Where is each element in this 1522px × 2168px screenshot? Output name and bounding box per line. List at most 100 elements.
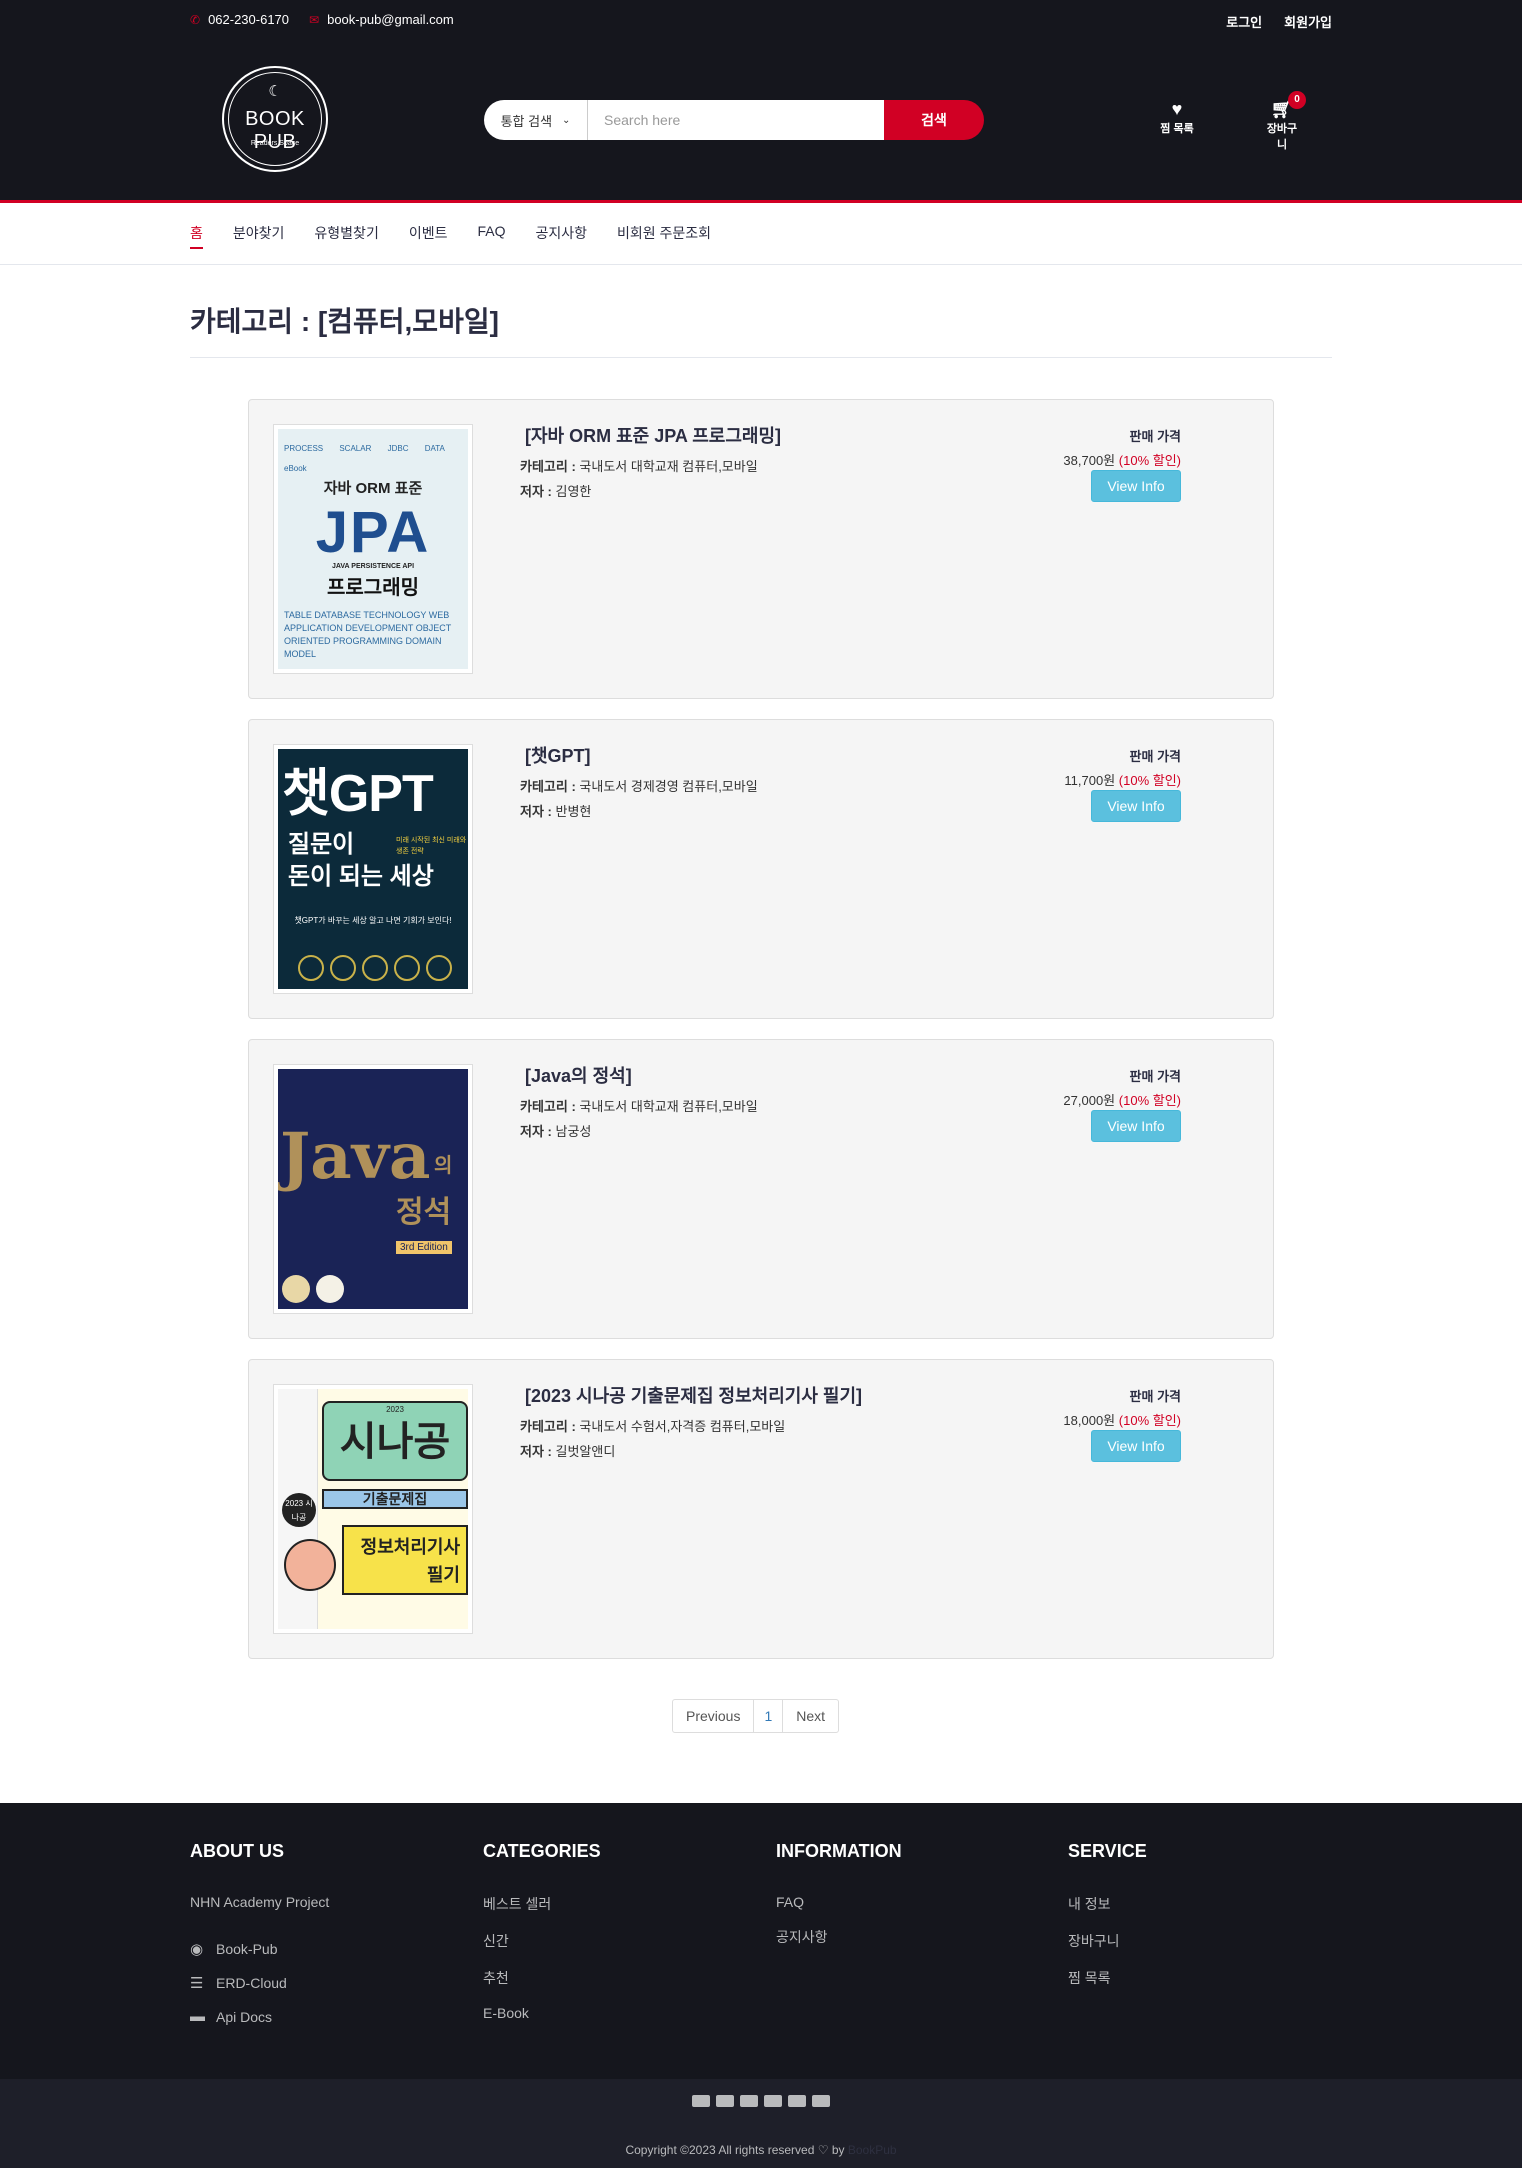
footer-link[interactable]: 베스트 셀러: [483, 1894, 601, 1914]
search-button[interactable]: 검색: [884, 100, 984, 140]
author-label: 저자 :: [520, 1444, 552, 1459]
cover-text: 챗GPT: [282, 765, 434, 823]
footer-link-erd[interactable]: ☰ ERD-Cloud: [190, 1974, 329, 1992]
nav-field-search[interactable]: 분야찾기: [233, 223, 285, 249]
category-label: 카테고리 :: [520, 779, 576, 794]
site-header: ✆ 062-230-6170 ✉ book-pub@gmail.com 로그인 …: [0, 0, 1522, 200]
chevron-down-icon: ⌄: [562, 114, 571, 126]
cover-seal: [282, 1275, 310, 1303]
logo-name: BOOK PUB: [245, 108, 305, 153]
book-cover[interactable]: 챗GPT 질문이 돈이 되는 세상 미래 시작된 최신 미래와 생존 전략 챗GP…: [273, 744, 473, 994]
nav-notices[interactable]: 공지사항: [535, 223, 587, 249]
phone-contact[interactable]: ✆ 062-230-6170: [190, 12, 289, 27]
book-cover-image: 챗GPT 질문이 돈이 되는 세상 미래 시작된 최신 미래와 생존 전략 챗GP…: [278, 749, 468, 989]
email-address: book-pub@gmail.com: [327, 12, 454, 27]
footer-about: About Us NHN Academy Project ◉ Book-Pub ☰…: [190, 1841, 329, 2041]
award-seals: [298, 955, 452, 981]
footer-link[interactable]: 신간: [483, 1931, 601, 1951]
cover-text: 기출문제집: [322, 1489, 468, 1509]
cart-label: 장바구니: [1266, 123, 1298, 151]
next-page-button[interactable]: Next: [782, 1700, 838, 1732]
search-category-select[interactable]: 통합 검색 ⌄: [484, 100, 588, 140]
phone-icon: ✆: [190, 12, 201, 27]
auth-links: 로그인 회원가입: [1226, 12, 1332, 31]
book-author: 저자 : 길벗알앤디: [520, 1441, 615, 1460]
book-cover[interactable]: Java 의 정석 3rd Edition: [273, 1064, 473, 1314]
moon-icon: ☾: [268, 83, 282, 100]
cover-text: TABLE DATABASE TECHNOLOGY WEB APPLICATIO…: [284, 610, 452, 659]
footer-link-api-docs[interactable]: ▬ Api Docs: [190, 2008, 329, 2025]
book-cover[interactable]: 2023 시나공 기출문제집 2023 시나공 정보처리기사 필기: [273, 1384, 473, 1634]
book-price: 18,000원 (10% 할인): [1063, 1410, 1181, 1429]
book-cover-image: 2023 시나공 기출문제집 2023 시나공 정보처리기사 필기: [278, 1389, 468, 1629]
footer-service: Service 내 정보 장바구니 찜 목록: [1068, 1841, 1147, 2005]
site-footer: About Us NHN Academy Project ◉ Book-Pub ☰…: [0, 1803, 1522, 2079]
price-value: 38,700원: [1063, 453, 1116, 468]
book-card: PROCESS SCALAR JDBC DATA eBook 자바 ORM 표준…: [248, 399, 1274, 699]
page-title: 카테고리 : [컴퓨터,모바일]: [190, 306, 499, 337]
search-form: 통합 검색 ⌄ Search here 검색: [484, 100, 984, 140]
signup-link[interactable]: 회원가입: [1284, 12, 1332, 31]
nav-events[interactable]: 이벤트: [409, 223, 448, 249]
footer-link[interactable]: 공지사항: [776, 1927, 902, 1947]
view-info-button[interactable]: View Info: [1091, 470, 1181, 502]
email-contact[interactable]: ✉ book-pub@gmail.com: [309, 12, 454, 27]
footer-link-github[interactable]: ◉ Book-Pub: [190, 1940, 329, 1958]
heart-icon: ♥: [1171, 99, 1183, 119]
book-title[interactable]: [챗GPT]: [525, 742, 591, 768]
site-logo[interactable]: ☾ BOOK PUB Readers Space: [222, 66, 328, 172]
brand-link[interactable]: BookPub: [848, 2143, 897, 2157]
cart-count-badge: 0: [1288, 91, 1306, 109]
search-input[interactable]: Search here: [588, 100, 884, 140]
book-price: 11,700원 (10% 할인): [1064, 770, 1181, 789]
view-info-button[interactable]: View Info: [1091, 1430, 1181, 1462]
book-card: Java 의 정석 3rd Edition [Java의 정석] 카테고리 : …: [248, 1039, 1274, 1339]
nav-faq[interactable]: FAQ: [477, 223, 505, 249]
nav-guest-order-lookup[interactable]: 비회원 주문조회: [617, 223, 711, 249]
wishlist-link[interactable]: ♥ 찜 목록: [1160, 98, 1194, 136]
pagination: Previous 1 Next: [672, 1699, 840, 1733]
mastercard-icon: [764, 2095, 782, 2107]
login-link[interactable]: 로그인: [1226, 12, 1262, 31]
phone-number: 062-230-6170: [208, 12, 290, 27]
footer-link[interactable]: E-Book: [483, 2005, 601, 2021]
discount-rate: (10% 할인): [1118, 453, 1181, 468]
nav-type-search[interactable]: 유형별찾기: [314, 223, 378, 249]
footer-link[interactable]: FAQ: [776, 1894, 902, 1910]
book-price: 38,700원 (10% 할인): [1063, 450, 1181, 469]
cart-link[interactable]: 🛒︎ 0 장바구니: [1262, 91, 1306, 152]
cover-seal: [316, 1275, 344, 1303]
price-value: 11,700원: [1064, 773, 1116, 788]
book-title[interactable]: [자바 ORM 표준 JPA 프로그래밍]: [525, 422, 781, 448]
book-category: 카테고리 : 국내도서 대학교재 컴퓨터,모바일: [520, 1096, 758, 1115]
author-label: 저자 :: [520, 484, 552, 499]
view-info-button[interactable]: View Info: [1091, 1110, 1181, 1142]
cover-text: 2023: [386, 1405, 404, 1414]
title-divider: [190, 357, 1332, 358]
price-label: 판매 가격: [1129, 429, 1181, 444]
cover-text: JPA: [315, 500, 431, 565]
book-card: 챗GPT 질문이 돈이 되는 세상 미래 시작된 최신 미래와 생존 전략 챗GP…: [248, 719, 1274, 1019]
author-label: 저자 :: [520, 804, 552, 819]
author-value: 반병현: [555, 804, 592, 819]
category-label: 카테고리 :: [520, 459, 576, 474]
book-title[interactable]: [2023 시나공 기출문제집 정보처리기사 필기]: [525, 1382, 862, 1408]
cover-text: PROCESS SCALAR JDBC DATA eBook: [284, 444, 445, 473]
book-author: 저자 : 반병현: [520, 801, 591, 820]
category-label: 카테고리 :: [520, 1419, 576, 1434]
page-number-button[interactable]: 1: [753, 1700, 782, 1732]
nav-home[interactable]: 홈: [190, 223, 203, 249]
cover-character: [284, 1539, 336, 1591]
footer-link[interactable]: 내 정보: [1068, 1894, 1147, 1914]
footer-link[interactable]: 추천: [483, 1968, 601, 1988]
footer-link[interactable]: 장바구니: [1068, 1931, 1147, 1951]
book-cover[interactable]: PROCESS SCALAR JDBC DATA eBook 자바 ORM 표준…: [273, 424, 473, 674]
view-info-button[interactable]: View Info: [1091, 790, 1181, 822]
previous-page-button[interactable]: Previous: [673, 1700, 753, 1732]
footer-link[interactable]: 찜 목록: [1068, 1968, 1147, 1988]
price-value: 27,000원: [1063, 1093, 1116, 1108]
cover-text: 시나공: [339, 1420, 451, 1464]
book-title[interactable]: [Java의 정석]: [525, 1062, 632, 1088]
book-category: 카테고리 : 국내도서 수험서,자격증 컴퓨터,모바일: [520, 1416, 785, 1435]
footer-heading: Service: [1068, 1841, 1147, 1861]
